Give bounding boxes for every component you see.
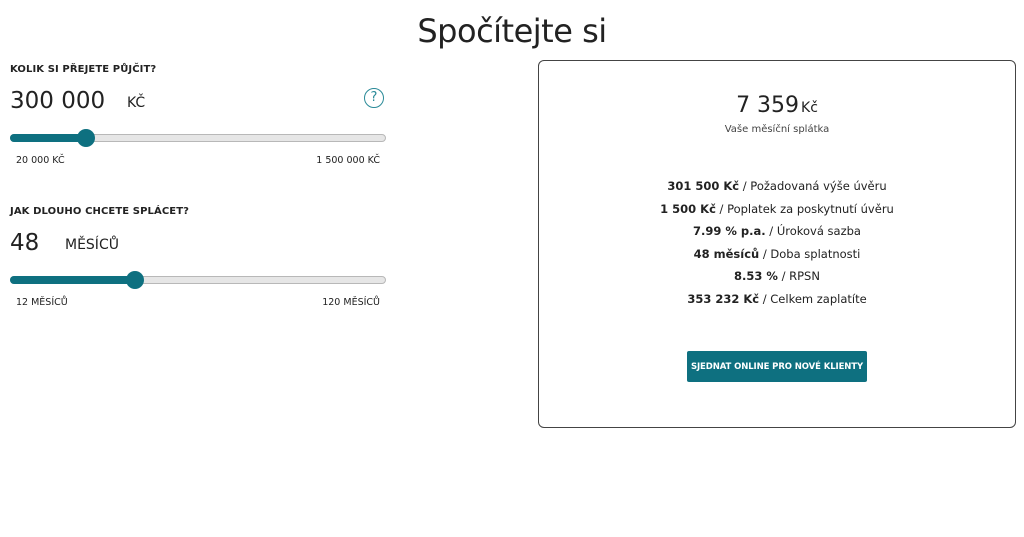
- loan-amount-unit: KČ: [127, 95, 146, 111]
- detail-interest-rate: 7.99 % p.a. / Úroková sazba: [539, 220, 1015, 243]
- detail-term: 48 měsíců / Doba splatnosti: [539, 243, 1015, 266]
- detail-label: / RPSN: [777, 269, 820, 284]
- detail-value: 48 měsíců: [693, 246, 760, 261]
- detail-label: / Poplatek za poskytnutí úvěru: [715, 201, 894, 216]
- monthly-payment-amount: 7 359: [736, 93, 800, 118]
- detail-value: 301 500 Kč: [667, 179, 740, 193]
- loan-amount-value[interactable]: 300 000: [10, 87, 105, 115]
- loan-details-list: 301 500 Kč / Požadovaná výše úvěru 1 500…: [539, 175, 1015, 311]
- loan-term-slider[interactable]: [10, 269, 386, 291]
- loan-amount-slider[interactable]: [10, 127, 386, 149]
- loan-term-section: JAK DLOUHO CHCETE SPLÁCET? 48 MĚSÍCŮ 12 …: [10, 205, 386, 311]
- loan-amount-min-label: 20 000 KČ: [16, 155, 65, 166]
- detail-label: / Požadovaná výše úvěru: [739, 179, 887, 193]
- monthly-payment: 7 359 Kč: [539, 93, 1015, 118]
- loan-term-unit: MĚSÍCŮ: [65, 237, 119, 253]
- help-icon[interactable]: ?: [364, 88, 384, 108]
- loan-amount-section: KOLIK SI PŘEJETE PŮJČIT? 300 000 KČ ? 20…: [10, 63, 386, 169]
- detail-label: / Doba splatnosti: [759, 246, 861, 261]
- loan-amount-max-label: 1 500 000 KČ: [316, 155, 380, 166]
- detail-value: 1 500 Kč: [660, 201, 716, 216]
- summary-card: 7 359 Kč Vaše měsíční splátka 301 500 Kč …: [538, 60, 1016, 428]
- loan-term-label: JAK DLOUHO CHCETE SPLÁCET?: [10, 206, 190, 217]
- detail-value: 353 232 Kč: [687, 291, 760, 306]
- loan-term-slider-handle[interactable]: [126, 271, 145, 289]
- loan-term-slider-fill: [10, 276, 136, 284]
- detail-rpsn: 8.53 % / RPSN: [539, 265, 1015, 288]
- loan-term-value[interactable]: 48: [10, 229, 39, 257]
- loan-amount-slider-handle[interactable]: [77, 129, 96, 147]
- calculator-page: Spočítejte si KOLIK SI PŘEJETE PŮJČIT? 3…: [0, 0, 1024, 537]
- page-title: Spočítejte si: [417, 12, 607, 50]
- detail-label: / Úroková sazba: [765, 224, 861, 239]
- detail-requested-amount: 301 500 Kč / Požadovaná výše úvěru: [539, 175, 1015, 198]
- loan-amount-value-row: 300 000 KČ ?: [10, 87, 386, 127]
- detail-value: 8.53 %: [734, 269, 778, 284]
- loan-term-min-label: 12 MĚSÍCŮ: [16, 297, 68, 308]
- detail-total: 353 232 Kč / Celkem zaplatíte: [539, 288, 1015, 311]
- detail-label: / Celkem zaplatíte: [759, 291, 867, 306]
- monthly-payment-caption: Vaše měsíční splátka: [724, 124, 830, 135]
- apply-online-button[interactable]: SJEDNAT ONLINE PRO NOVÉ KLIENTY: [687, 351, 867, 382]
- detail-fee: 1 500 Kč / Poplatek za poskytnutí úvěru: [539, 198, 1015, 221]
- loan-term-value-row: 48 MĚSÍCŮ: [10, 229, 386, 269]
- loan-term-range: 12 MĚSÍCŮ 120 MĚSÍCŮ: [10, 297, 386, 311]
- loan-term-max-label: 120 MĚSÍCŮ: [322, 297, 380, 308]
- detail-value: 7.99 % p.a.: [693, 224, 766, 239]
- loan-amount-range: 20 000 KČ 1 500 000 KČ: [10, 155, 386, 169]
- loan-amount-slider-fill: [10, 134, 87, 142]
- loan-amount-label: KOLIK SI PŘEJETE PŮJČIT?: [10, 64, 157, 75]
- monthly-payment-currency: Kč: [801, 100, 818, 116]
